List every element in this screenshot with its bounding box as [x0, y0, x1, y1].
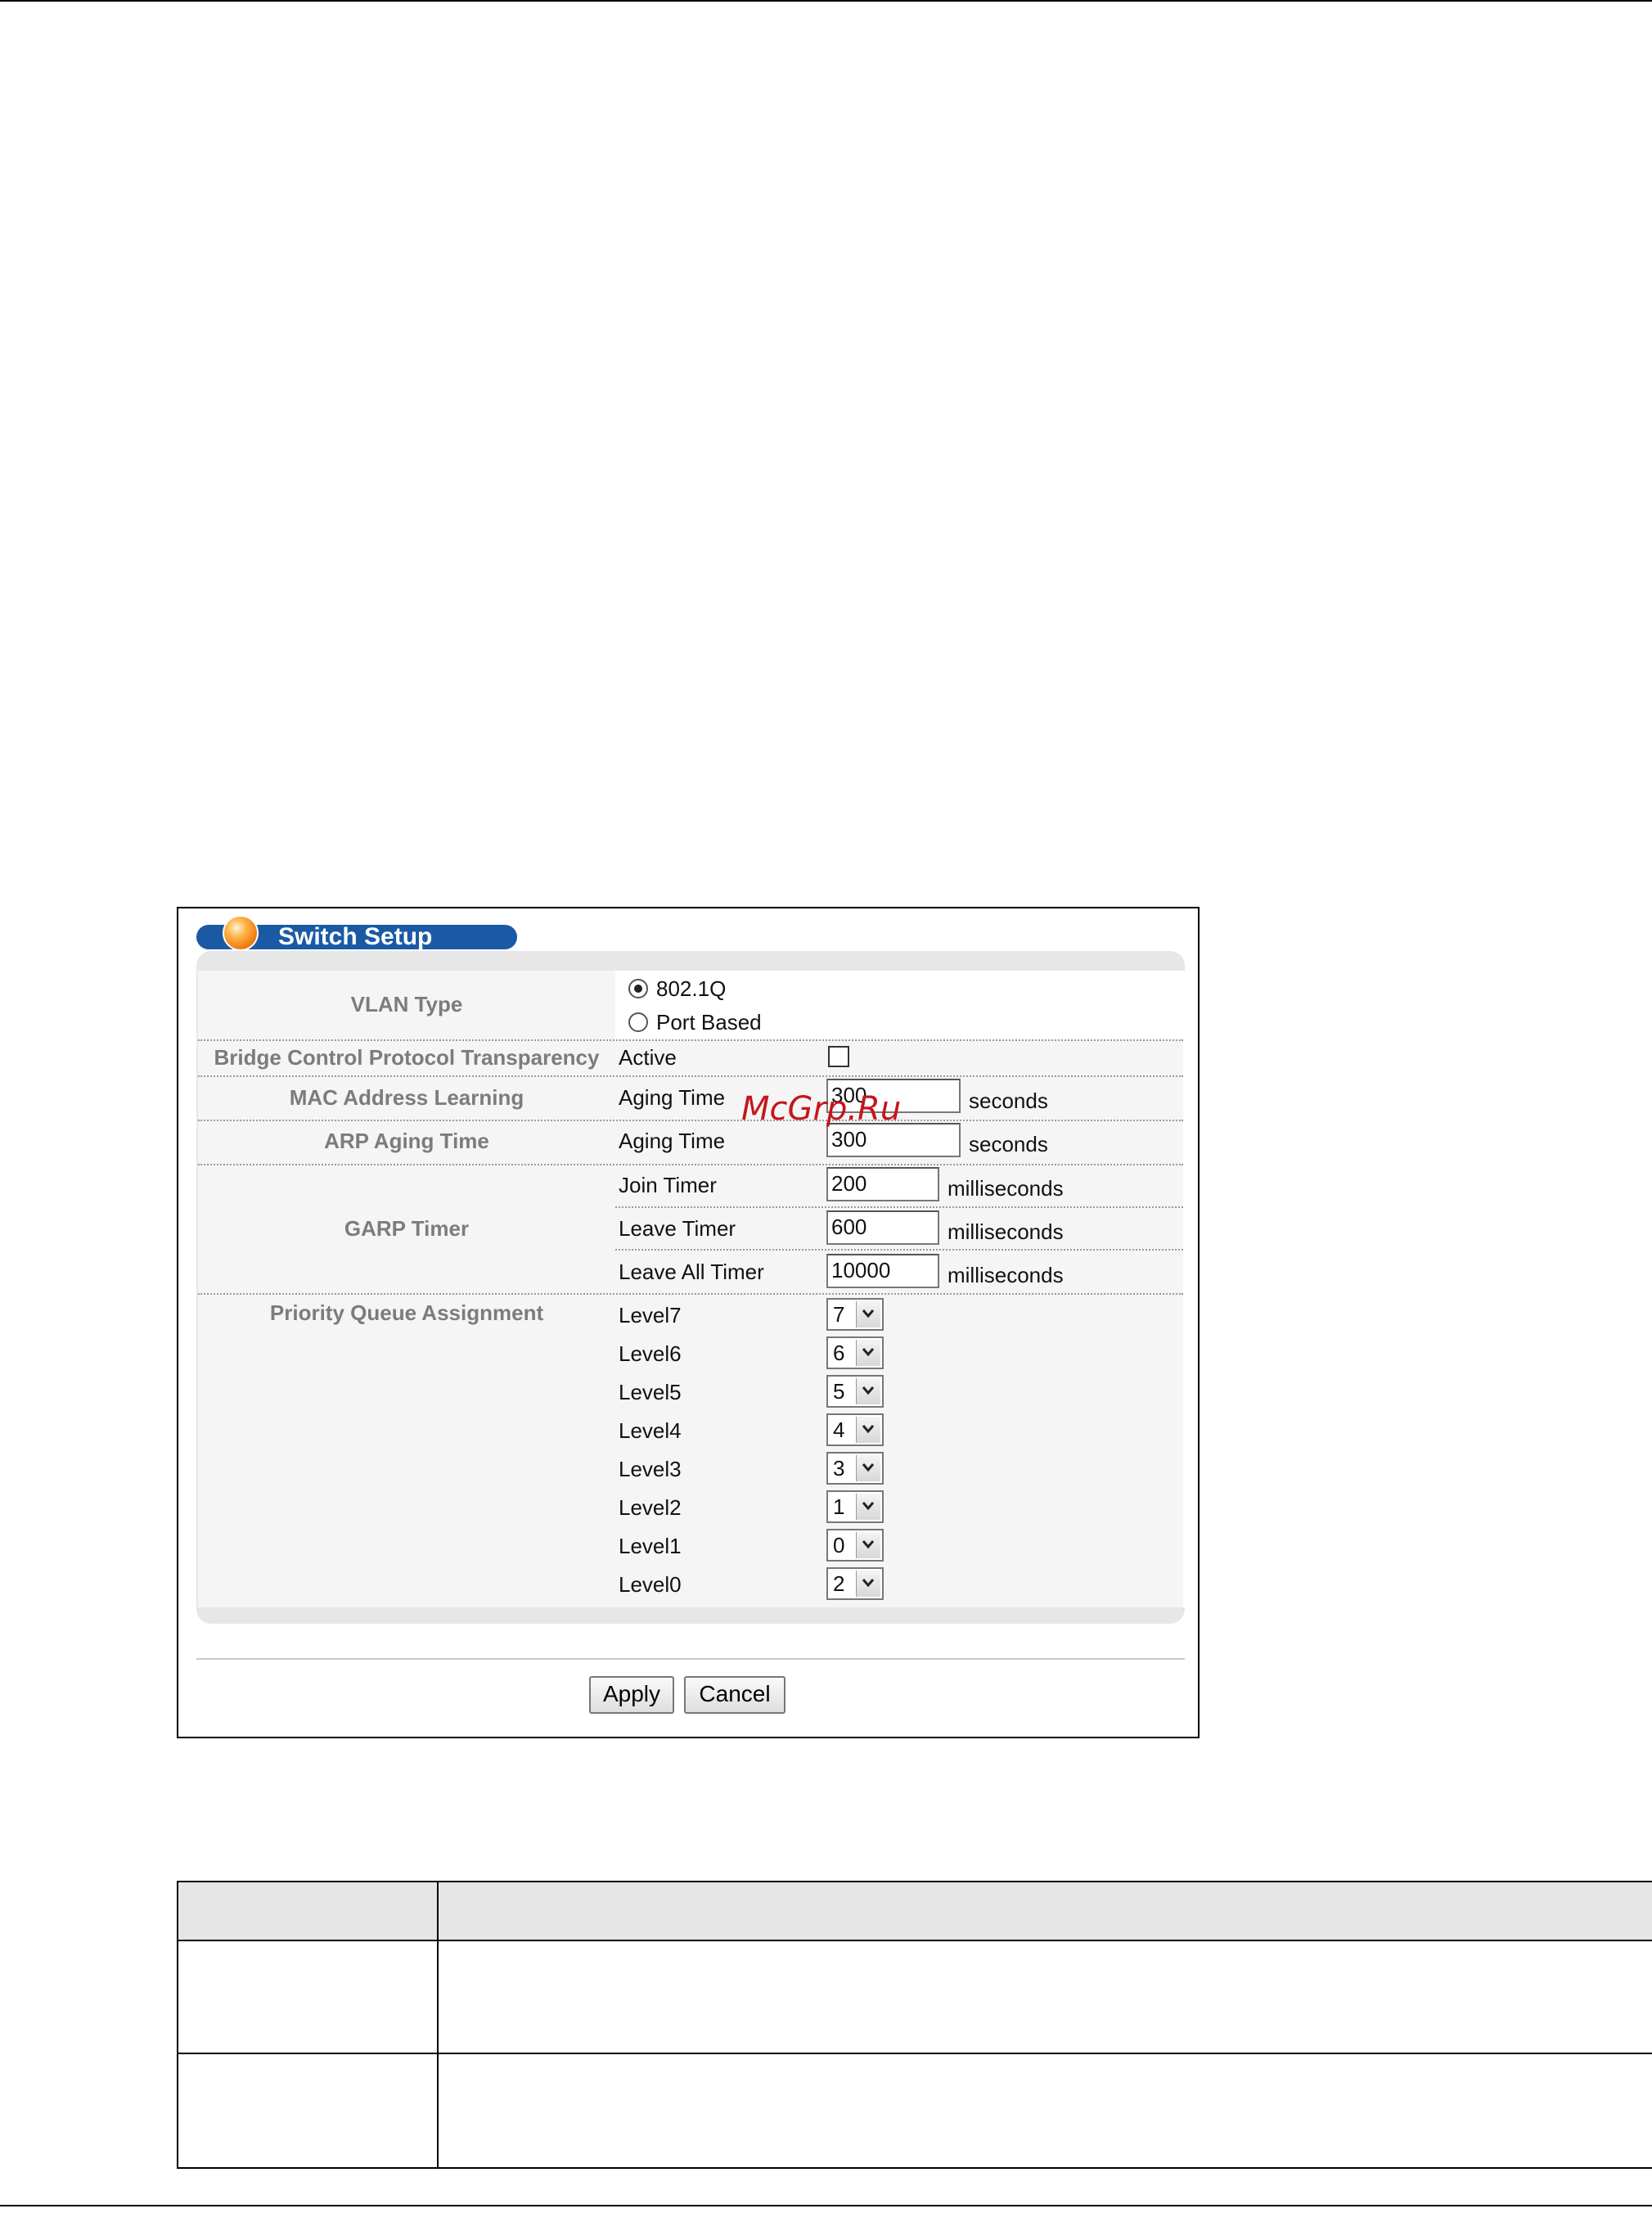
- bcpt-active-label: Active: [619, 1045, 677, 1070]
- bcpt-label: Bridge Control Protocol Transparency: [214, 1045, 600, 1070]
- priority-level-value: 4: [833, 1417, 845, 1442]
- row-divider: [615, 1249, 1183, 1251]
- switch-setup-screenshot: Switch Setup VLAN Type 802.1Q Port Based…: [177, 907, 1200, 1738]
- cancel-button[interactable]: Cancel: [684, 1676, 785, 1714]
- column-divider: [437, 1882, 439, 2167]
- join-timer-unit: milliseconds: [948, 1176, 1064, 1201]
- priority-level-label: Level6: [619, 1341, 682, 1366]
- arp-aging-label: ARP Aging Time: [324, 1129, 489, 1153]
- chevron-down-icon[interactable]: [856, 1532, 880, 1558]
- orb-icon: [223, 915, 259, 951]
- vlan-port-based-radio[interactable]: [628, 1012, 648, 1032]
- row-divider: [198, 1120, 1183, 1121]
- priority-level-select[interactable]: 1: [826, 1490, 884, 1523]
- top-rule: [0, 0, 1652, 2]
- leave-timer-unit: milliseconds: [948, 1219, 1064, 1244]
- priority-level-value: 7: [833, 1302, 845, 1327]
- priority-level-select[interactable]: 3: [826, 1452, 884, 1485]
- description-table: [177, 1881, 1652, 2169]
- priority-level-select[interactable]: 4: [826, 1413, 884, 1446]
- join-timer-input[interactable]: 200: [826, 1167, 939, 1201]
- row-divider: [198, 1164, 1183, 1165]
- priority-level-label: Level2: [619, 1495, 682, 1520]
- priority-level-select[interactable]: 2: [826, 1567, 884, 1600]
- arp-aging-time-label: Aging Time: [619, 1129, 726, 1153]
- priority-level-label: Level3: [619, 1457, 682, 1481]
- row-divider: [198, 1293, 1183, 1295]
- mac-learning-label: MAC Address Learning: [289, 1085, 524, 1110]
- priority-level-value: 6: [833, 1341, 845, 1365]
- leave-all-timer-input[interactable]: 10000: [826, 1254, 939, 1288]
- priority-level-value: 5: [833, 1379, 845, 1404]
- chevron-down-icon[interactable]: [856, 1417, 880, 1443]
- bottom-rule: [0, 2205, 1652, 2206]
- chevron-down-icon[interactable]: [856, 1494, 880, 1520]
- priority-level-value: 1: [833, 1494, 845, 1519]
- arp-aging-time-input[interactable]: 300: [826, 1123, 961, 1157]
- leave-timer-label: Leave Timer: [619, 1216, 736, 1241]
- row-divider: [198, 1075, 1183, 1077]
- mac-aging-time-label: Aging Time: [619, 1085, 726, 1110]
- priority-level-select[interactable]: 5: [826, 1375, 884, 1408]
- priority-level-value: 2: [833, 1571, 845, 1596]
- chevron-down-icon[interactable]: [856, 1571, 880, 1597]
- mac-aging-unit: seconds: [969, 1088, 1048, 1113]
- chevron-down-icon[interactable]: [856, 1455, 880, 1481]
- join-timer-label: Join Timer: [619, 1173, 717, 1197]
- row-divider: [178, 2053, 1652, 2054]
- priority-level-select[interactable]: 0: [826, 1529, 884, 1562]
- vlan-8021q-radio[interactable]: [628, 979, 648, 998]
- leave-all-timer-label: Leave All Timer: [619, 1260, 764, 1284]
- settings-table: VLAN Type 802.1Q Port Based Bridge Contr…: [198, 971, 1185, 1607]
- priority-level-label: Level4: [619, 1418, 682, 1443]
- apply-button[interactable]: Apply: [589, 1676, 674, 1714]
- vlan-8021q-label: 802.1Q: [656, 976, 727, 1001]
- priority-level-value: 3: [833, 1456, 845, 1481]
- vlan-type-label: VLAN Type: [350, 992, 463, 1016]
- priority-level-select[interactable]: 6: [826, 1336, 884, 1369]
- row-divider: [198, 1039, 1183, 1041]
- priority-level-label: Level7: [619, 1303, 682, 1327]
- vlan-port-based-label: Port Based: [656, 1010, 762, 1034]
- arp-aging-unit: seconds: [969, 1132, 1048, 1156]
- leave-all-timer-unit: milliseconds: [948, 1263, 1064, 1287]
- chevron-down-icon[interactable]: [856, 1378, 880, 1404]
- priority-level-label: Level5: [619, 1380, 682, 1404]
- chevron-down-icon[interactable]: [856, 1340, 880, 1366]
- row-divider: [615, 1206, 1183, 1208]
- bcpt-active-checkbox[interactable]: [828, 1046, 849, 1067]
- table-header: [178, 1882, 1652, 1941]
- garp-timer-label: GARP Timer: [344, 1216, 470, 1241]
- priority-level-label: Level0: [619, 1572, 682, 1597]
- watermark: McGrp.Ru: [741, 1090, 902, 1128]
- leave-timer-input[interactable]: 600: [826, 1210, 939, 1245]
- priority-queue-label: Priority Queue Assignment: [269, 1300, 544, 1325]
- chevron-down-icon[interactable]: [856, 1301, 880, 1327]
- priority-level-value: 0: [833, 1533, 845, 1557]
- priority-level-label: Level1: [619, 1534, 682, 1558]
- priority-level-select[interactable]: 7: [826, 1298, 884, 1331]
- page-title: Switch Setup: [278, 923, 433, 950]
- form-divider: [196, 1658, 1185, 1660]
